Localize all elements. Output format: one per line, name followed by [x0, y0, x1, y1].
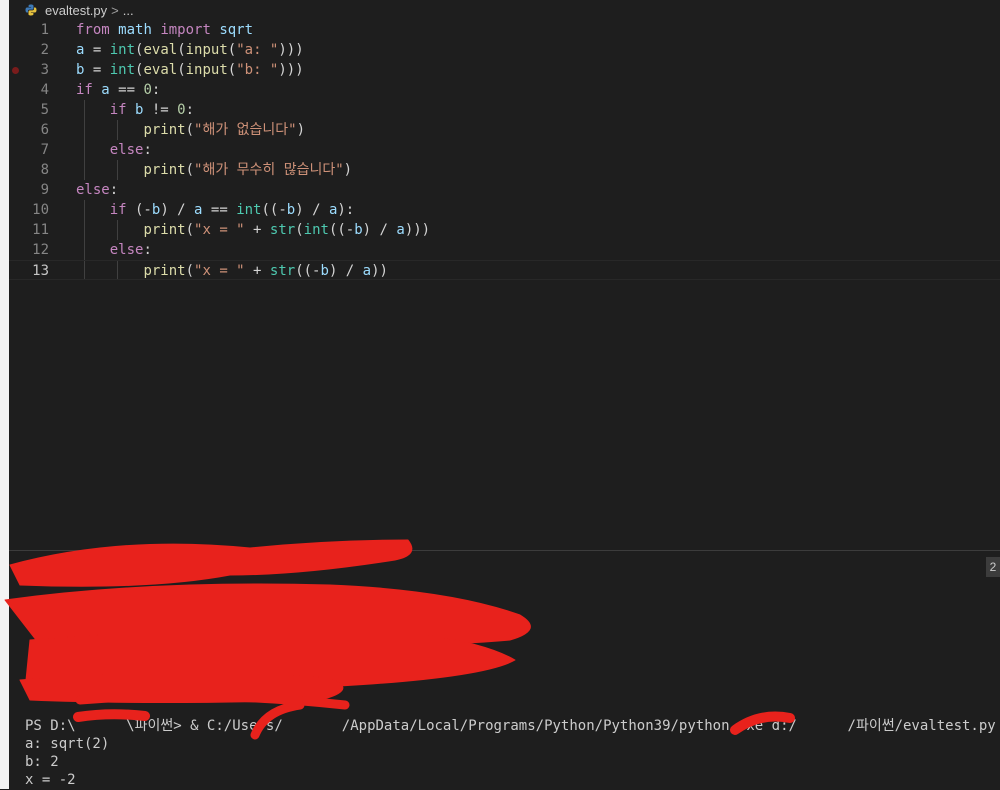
- redaction-scribble: [4, 539, 795, 740]
